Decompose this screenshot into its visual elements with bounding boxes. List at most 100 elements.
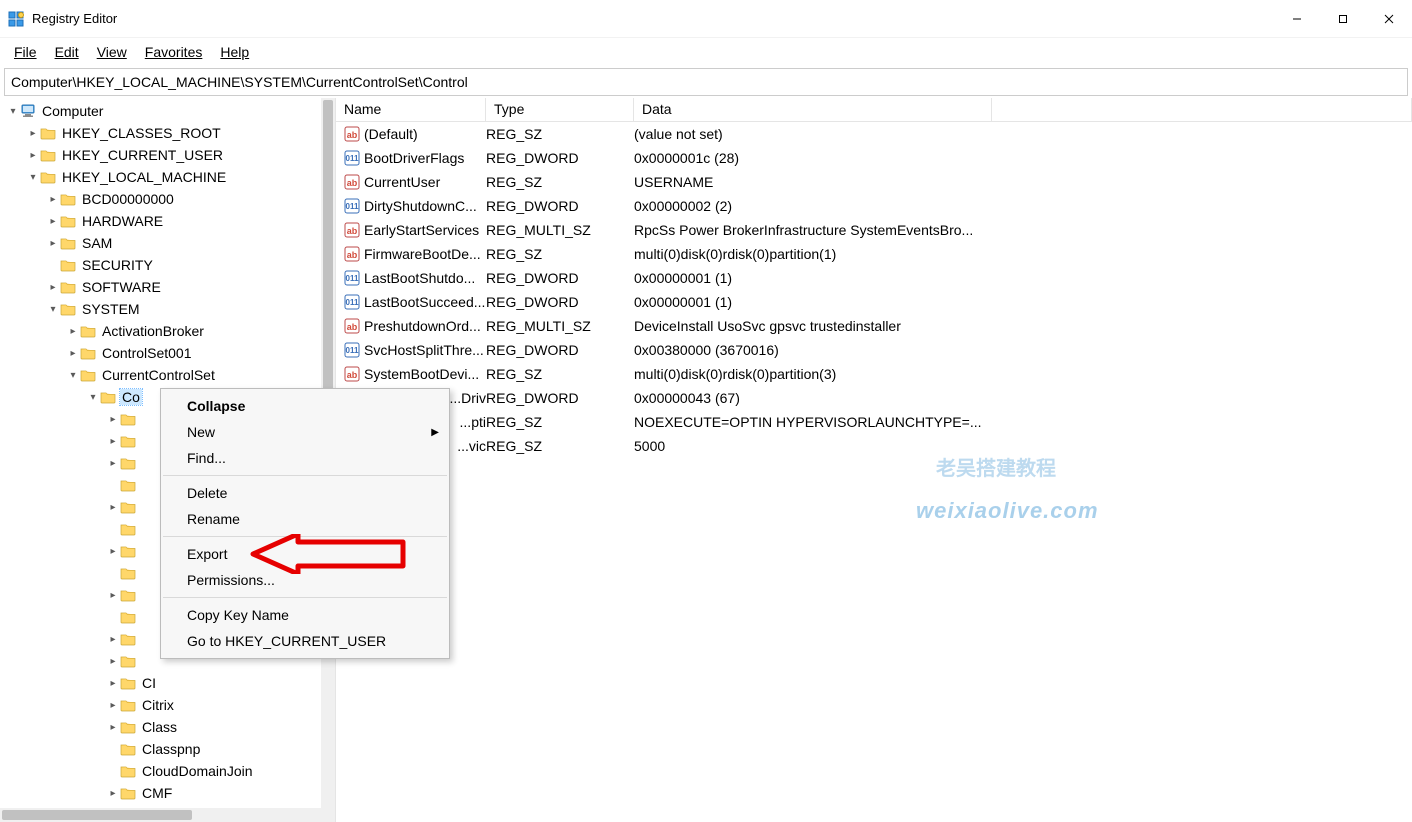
expand-toggle-icon[interactable]: ▸ (46, 216, 60, 227)
scrollbar-thumb[interactable] (323, 100, 333, 400)
menu-edit[interactable]: Edit (47, 42, 87, 62)
value-row[interactable]: abpti...REG_SZNOEXECUTE=OPTIN HYPERVISOR… (336, 410, 1412, 434)
expand-toggle-icon[interactable]: ▸ (106, 722, 120, 733)
tree-item[interactable]: ▸SOFTWARE (0, 276, 335, 298)
expand-toggle-icon[interactable]: ▾ (66, 370, 80, 381)
value-row[interactable]: abPreshutdownOrd...REG_MULTI_SZDeviceIns… (336, 314, 1412, 338)
expand-toggle-icon[interactable]: ▸ (66, 326, 80, 337)
tree-item[interactable]: ▸ SAM (0, 232, 335, 254)
expand-toggle-icon[interactable]: ▸ (106, 634, 120, 645)
ctx-new[interactable]: New▶ (161, 419, 449, 445)
tree-item-label: HKEY_LOCAL_MACHINE (60, 169, 228, 185)
expand-toggle-icon[interactable]: ▸ (26, 128, 40, 139)
ctx-collapse[interactable]: Collapse (161, 393, 449, 419)
tree-item[interactable]: Classpnp (0, 738, 335, 760)
tree-item[interactable]: ▸CI (0, 672, 335, 694)
expand-toggle-icon[interactable]: ▸ (46, 282, 60, 293)
expand-toggle-icon[interactable]: ▸ (106, 590, 120, 601)
tree-item-label: SECURITY (80, 257, 155, 273)
ctx-export[interactable]: Export (161, 541, 449, 567)
expand-toggle-icon[interactable]: ▸ (106, 678, 120, 689)
value-row[interactable]: abCurrentUserREG_SZUSERNAME (336, 170, 1412, 194)
value-data: RpcSs Power BrokerInfrastructure SystemE… (634, 222, 1134, 238)
tree-item[interactable]: ▾ HKEY_LOCAL_MACHINE (0, 166, 335, 188)
dword-value-icon: 011 (344, 270, 360, 286)
expand-toggle-icon[interactable]: ▾ (86, 392, 100, 403)
ctx-find[interactable]: Find... (161, 445, 449, 471)
tree-item[interactable]: CloudDomainJoin (0, 760, 335, 782)
value-row[interactable]: abSystemBootDevi...REG_SZmulti(0)disk(0)… (336, 362, 1412, 386)
expand-toggle-icon[interactable]: ▾ (26, 172, 40, 183)
menu-favorites[interactable]: Favorites (137, 42, 211, 62)
tree-item[interactable]: ▸HKEY_CLASSES_ROOT (0, 122, 335, 144)
expand-toggle-icon[interactable]: ▾ (46, 304, 60, 315)
value-data: 0x00000002 (2) (634, 198, 1134, 214)
minimize-button[interactable] (1274, 0, 1320, 38)
value-row[interactable]: abEarlyStartServicesREG_MULTI_SZRpcSs Po… (336, 218, 1412, 242)
expand-toggle-icon[interactable]: ▸ (106, 458, 120, 469)
value-row[interactable]: 011LastBootShutdo...REG_DWORD0x00000001 … (336, 266, 1412, 290)
expand-toggle-icon[interactable]: ▾ (6, 106, 20, 117)
folder-icon (60, 192, 76, 206)
expand-toggle-icon[interactable]: ▸ (106, 546, 120, 557)
address-bar[interactable]: Computer\HKEY_LOCAL_MACHINE\SYSTEM\Curre… (4, 68, 1408, 96)
column-header-type[interactable]: Type (486, 98, 634, 121)
string-value-icon: ab (344, 126, 360, 142)
value-row[interactable]: 011BootDriverFlagsREG_DWORD0x0000001c (2… (336, 146, 1412, 170)
tree-item[interactable]: ▸BCD00000000 (0, 188, 335, 210)
menu-file[interactable]: File (6, 42, 45, 62)
tree-item[interactable]: ▸HARDWARE (0, 210, 335, 232)
tree-item[interactable]: ▾Computer (0, 100, 335, 122)
ctx-copy-key-name[interactable]: Copy Key Name (161, 602, 449, 628)
ctx-delete[interactable]: Delete (161, 480, 449, 506)
expand-toggle-icon[interactable]: ▸ (106, 502, 120, 513)
expand-toggle-icon[interactable]: ▸ (46, 194, 60, 205)
expand-toggle-icon[interactable]: ▸ (106, 414, 120, 425)
expand-toggle-icon[interactable]: ▸ (66, 348, 80, 359)
tree-item[interactable]: ▸ActivationBroker (0, 320, 335, 342)
svg-text:011: 011 (346, 298, 359, 307)
tree-item[interactable]: ▾SYSTEM (0, 298, 335, 320)
tree-item[interactable]: ▸CMF (0, 782, 335, 804)
value-row[interactable]: 011Driv...REG_DWORD0x00000043 (67) (336, 386, 1412, 410)
value-row[interactable]: abFirmwareBootDe...REG_SZmulti(0)disk(0)… (336, 242, 1412, 266)
ctx-goto-hkcu[interactable]: Go to HKEY_CURRENT_USER (161, 628, 449, 654)
expand-toggle-icon[interactable]: ▸ (106, 436, 120, 447)
column-header-data[interactable]: Data (634, 98, 992, 121)
value-row[interactable]: 011LastBootSucceed...REG_DWORD0x00000001… (336, 290, 1412, 314)
value-row[interactable]: abvic...REG_SZ5000 (336, 434, 1412, 458)
value-row[interactable]: 011DirtyShutdownC...REG_DWORD0x00000002 … (336, 194, 1412, 218)
value-row[interactable]: 011SvcHostSplitThre...REG_DWORD0x0038000… (336, 338, 1412, 362)
dword-value-icon: 011 (344, 150, 360, 166)
expand-toggle-icon[interactable]: ▸ (46, 238, 60, 249)
tree-item[interactable]: ▸ControlSet001 (0, 342, 335, 364)
value-row[interactable]: ab(Default)REG_SZ(value not set) (336, 122, 1412, 146)
tree-item[interactable]: ▸Class (0, 716, 335, 738)
folder-icon (60, 302, 76, 316)
value-type: REG_SZ (486, 414, 634, 430)
value-name: LastBootSucceed... (364, 294, 486, 310)
tree-horizontal-scrollbar[interactable] (0, 808, 335, 822)
tree-item-label: SAM (80, 235, 114, 251)
close-button[interactable] (1366, 0, 1412, 38)
tree-item[interactable]: SECURITY (0, 254, 335, 276)
expand-toggle-icon[interactable]: ▸ (106, 656, 120, 667)
ctx-permissions[interactable]: Permissions... (161, 567, 449, 593)
folder-icon (40, 148, 56, 162)
menu-view[interactable]: View (89, 42, 135, 62)
expand-toggle-icon[interactable]: ▸ (106, 700, 120, 711)
tree-item[interactable]: ▾CurrentControlSet (0, 364, 335, 386)
context-menu: Collapse New▶ Find... Delete Rename Expo… (160, 388, 450, 659)
menu-help[interactable]: Help (212, 42, 257, 62)
regedit-icon (8, 11, 24, 27)
scrollbar-thumb[interactable] (2, 810, 192, 820)
tree-item[interactable]: ▸HKEY_CURRENT_USER (0, 144, 335, 166)
values-list[interactable]: ab(Default)REG_SZ(value not set)011BootD… (336, 122, 1412, 458)
value-type: REG_SZ (486, 246, 634, 262)
column-header-name[interactable]: Name (336, 98, 486, 121)
expand-toggle-icon[interactable]: ▸ (26, 150, 40, 161)
maximize-button[interactable] (1320, 0, 1366, 38)
expand-toggle-icon[interactable]: ▸ (106, 788, 120, 799)
ctx-rename[interactable]: Rename (161, 506, 449, 532)
tree-item[interactable]: ▸Citrix (0, 694, 335, 716)
